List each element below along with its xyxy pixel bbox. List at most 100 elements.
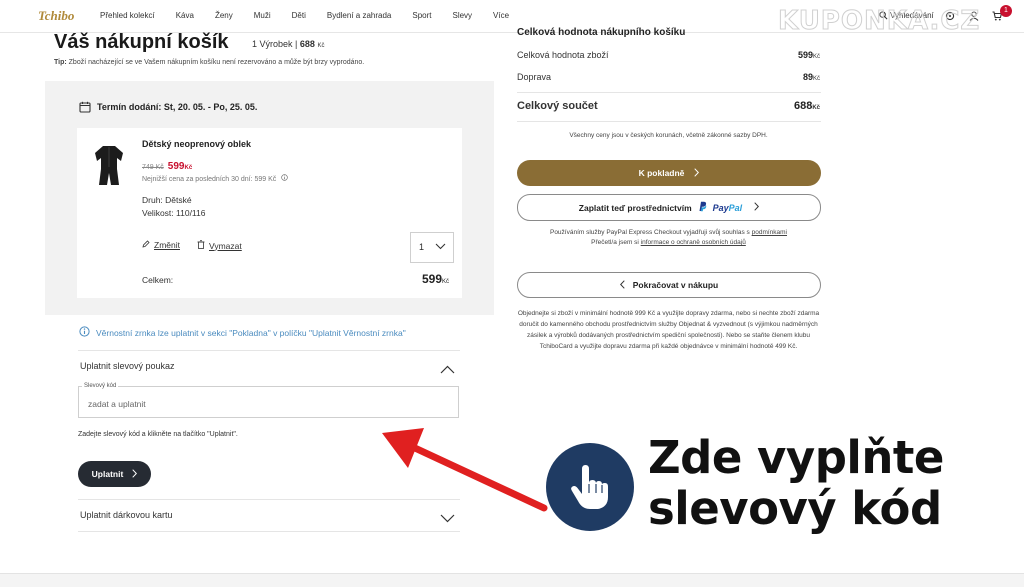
terms-link[interactable]: podmínkami: [752, 229, 787, 236]
remove-item-link[interactable]: Vymazat: [197, 240, 242, 251]
chevron-up-icon[interactable]: [440, 361, 455, 379]
apply-voucher-label: Uplatnit: [91, 469, 124, 479]
nav-item-women[interactable]: Ženy: [215, 11, 233, 20]
paypal-icon: [698, 201, 707, 214]
lowest-price-text: Nejnižší cena za posledních 30 dní: 599 …: [142, 176, 277, 183]
total-currency: Kč: [812, 105, 820, 111]
quantity-value: 1: [419, 242, 425, 252]
voucher-field-label: Slevový kód: [82, 383, 119, 389]
continue-shopping-label: Pokračovat v nákupu: [632, 280, 719, 290]
summary-shipping-row: Doprava 89Kč: [517, 72, 820, 82]
sale-price-value: 599: [167, 161, 185, 172]
goods-amount: 599: [797, 50, 813, 60]
delivery-section: Termín dodání: St, 20. 05. - Po, 25. 05.…: [45, 81, 494, 315]
main-menu: Přehled kolekcí Káva Ženy Muži Děti Bydl…: [100, 11, 530, 20]
change-item-link[interactable]: Změnit: [142, 240, 180, 250]
continue-shopping-button[interactable]: Pokračovat v nákupu: [517, 272, 821, 298]
chevron-down-icon: [435, 242, 446, 252]
divider: [78, 531, 460, 532]
sale-price-currency: Kč: [184, 165, 193, 171]
total-label: Celkový součet: [517, 100, 598, 112]
goods-value: 599Kč: [798, 50, 820, 60]
page-title: Váš nákupní košík: [54, 31, 229, 53]
nav-item-sport[interactable]: Sport: [412, 11, 431, 20]
chevron-right-icon: [754, 202, 760, 213]
product-price: 749 Kč 599Kč: [142, 161, 192, 172]
product-name[interactable]: Dětský neoprenový oblek: [142, 139, 251, 149]
divider: [78, 350, 460, 351]
paypal-logo-part1: Pay: [712, 202, 729, 213]
loyalty-info: Věrnostní zrnka lze uplatnit v sekci "Po…: [79, 326, 406, 339]
voucher-hint: Zadejte slevový kód a klikněte na tlačít…: [78, 431, 238, 438]
nav-item-home-garden[interactable]: Bydlení a zahrada: [327, 11, 392, 20]
free-shipping-note: Objednejte si zboží v minimální hodnotě …: [517, 310, 820, 350]
trash-icon: [197, 240, 205, 251]
privacy-link[interactable]: informace o ochraně osobních údajů: [641, 239, 746, 246]
checkout-label: K pokladně: [638, 168, 685, 178]
cart-count-label: 1 Výrobek |: [252, 39, 298, 49]
lowest-price-info: Nejnižší cena za posledních 30 dní: 599 …: [142, 174, 288, 183]
gift-card-section-header[interactable]: Uplatnit dárkovou kartu: [80, 510, 173, 520]
summary-goods-row: Celková hodnota zboží 599Kč: [517, 50, 820, 60]
cart-item-count: 1 Výrobek | 688 Kč: [252, 39, 324, 49]
item-total-value: 599Kč: [422, 272, 449, 286]
change-item-label: Změnit: [154, 240, 180, 250]
callout-line-1: Zde vyplňte: [648, 431, 944, 484]
voucher-code-input[interactable]: [78, 386, 459, 418]
product-image[interactable]: [89, 143, 129, 187]
chevron-left-icon: [619, 279, 625, 291]
shipping-amount: 89: [802, 72, 813, 82]
goods-currency: Kč: [812, 54, 820, 60]
info-icon: [79, 326, 90, 339]
voucher-section-header[interactable]: Uplatnit slevový poukaz: [80, 361, 175, 371]
apply-voucher-button[interactable]: Uplatnit: [78, 461, 151, 487]
shipping-currency: Kč: [812, 76, 820, 82]
item-total-currency: Kč: [442, 279, 450, 285]
remove-item-label: Vymazat: [209, 240, 242, 251]
loyalty-text: Věrnostní zrnka lze uplatnit v sekci "Po…: [96, 327, 406, 338]
watermark-logo: KUPONKA.CZ: [777, 6, 981, 37]
total-value: 688Kč: [794, 100, 820, 112]
cart-item: Dětský neoprenový oblek 749 Kč 599Kč Nej…: [77, 128, 462, 298]
reservation-tip: Tip: Zboží nacházející se ve Vašem nákup…: [54, 59, 364, 66]
paypal-logo: PayPal: [713, 203, 743, 213]
summary-total-row: Celkový součet 688Kč: [517, 100, 820, 112]
paypal-consent-note: Používáním služby PayPal Express Checkou…: [517, 228, 820, 248]
paypal-logo-part2: Pal: [728, 202, 743, 213]
quantity-select[interactable]: 1: [410, 232, 454, 263]
chevron-right-icon: [694, 167, 700, 179]
nav-item-more[interactable]: Více: [493, 11, 509, 20]
summary-title: Celková hodnota nákupního košíku: [517, 27, 686, 38]
callout-text: Zde vyplňte slevový kód: [648, 432, 944, 534]
checkout-button[interactable]: K pokladně: [517, 160, 821, 186]
divider: [517, 92, 821, 93]
paypal-note-text-2: Přečetl/a jsem si: [591, 239, 639, 246]
goods-label: Celková hodnota zboží: [517, 50, 609, 60]
vat-note: Všechny ceny jsou v českých korunách, vč…: [569, 132, 768, 139]
product-size: Velikost: 110/116: [142, 208, 206, 218]
page-footer-band: [0, 573, 1024, 587]
nav-item-coffee[interactable]: Káva: [176, 11, 194, 20]
paypal-note-text-1: Používáním služby PayPal Express Checkou…: [549, 229, 750, 236]
cart-count-badge: 1: [1000, 5, 1012, 17]
paypal-button[interactable]: Zaplatit teď prostřednictvím PayPal: [517, 194, 821, 221]
divider: [517, 121, 821, 122]
callout-line-2: slevový kód: [648, 482, 942, 535]
red-arrow-graphic: [382, 428, 548, 512]
shipping-label: Doprava: [517, 72, 552, 82]
nav-item-sale[interactable]: Slevy: [452, 11, 472, 20]
paypal-label: Zaplatit teď prostřednictvím: [578, 202, 692, 213]
chevron-right-icon: [132, 468, 138, 480]
tip-text: Zboží nacházející se ve Vašem nákupním k…: [68, 59, 365, 66]
pencil-icon: [142, 240, 150, 250]
nav-item-collections[interactable]: Přehled kolekcí: [100, 11, 155, 20]
shipping-value: 89Kč: [803, 72, 820, 82]
tchibo-logo[interactable]: Tchibo: [38, 8, 74, 24]
nav-item-kids[interactable]: Děti: [292, 11, 306, 20]
info-icon[interactable]: [281, 174, 288, 183]
cart-count-total: 688: [299, 39, 315, 49]
total-amount: 688: [793, 100, 813, 112]
nav-item-men[interactable]: Muži: [254, 11, 271, 20]
tip-label: Tip:: [54, 59, 67, 66]
calendar-icon: [79, 101, 91, 113]
